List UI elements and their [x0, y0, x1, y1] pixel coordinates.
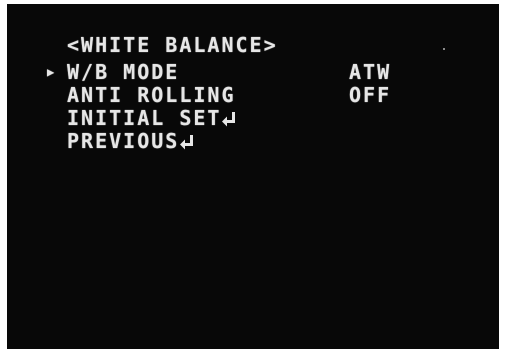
- return-arrow-icon: [222, 111, 236, 127]
- menu-title: <WHITE BALANCE>: [67, 33, 278, 57]
- menu-item-label: ANTI ROLLING: [67, 83, 236, 107]
- menu-item-value: ATW: [349, 60, 392, 84]
- menu-item-label-wrap: INITIAL SET: [67, 106, 236, 130]
- menu-item-anti-rolling[interactable]: ANTI ROLLING OFF: [47, 83, 467, 107]
- menu-item-wb-mode[interactable]: ▶ W/B MODE ATW: [47, 60, 467, 84]
- osd-menu: <WHITE BALANCE> ▶ W/B MODE ATW ANTI ROLL…: [7, 4, 499, 349]
- return-arrow-icon: [180, 134, 194, 150]
- osd-screen: <WHITE BALANCE> ▶ W/B MODE ATW ANTI ROLL…: [7, 4, 499, 349]
- menu-item-value: OFF: [349, 83, 392, 107]
- menu-item-initial-set[interactable]: INITIAL SET: [47, 106, 467, 130]
- menu-item-label: INITIAL SET: [67, 106, 222, 130]
- noise-speck: [443, 48, 445, 50]
- menu-item-label: W/B MODE: [67, 60, 180, 84]
- cursor-icon: ▶: [47, 65, 57, 79]
- menu-item-label-wrap: PREVIOUS: [67, 129, 194, 153]
- menu-item-label: PREVIOUS: [67, 129, 180, 153]
- menu-item-previous[interactable]: PREVIOUS: [47, 129, 467, 153]
